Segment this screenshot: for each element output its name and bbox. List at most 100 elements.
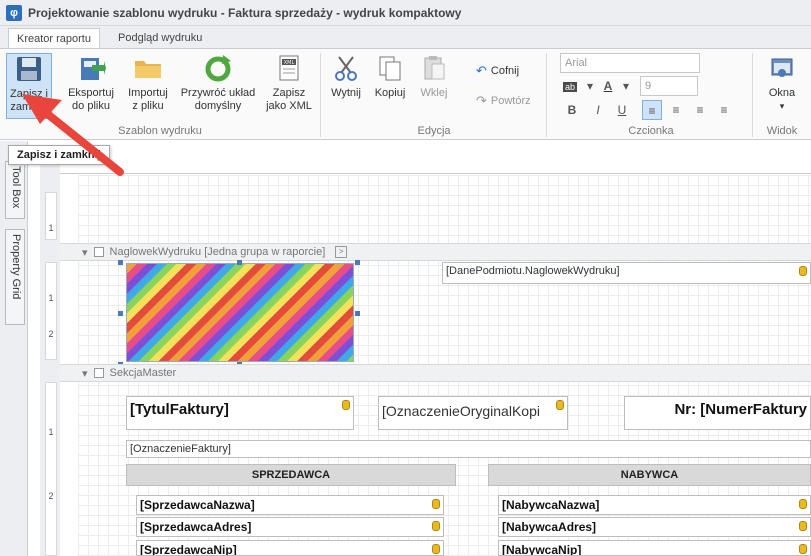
nabywca-adres-field[interactable]: [NabywcaAdres] — [498, 517, 811, 537]
property-grid-tab[interactable]: Property Grid — [5, 229, 25, 325]
font-color-icon[interactable]: A — [598, 76, 618, 96]
save-xml-button[interactable]: XML Zapisz jako XML — [262, 53, 316, 113]
field-text: [SprzedawcaNazwa] — [140, 498, 255, 512]
save-label-2: zamknij — [10, 101, 48, 113]
ruler-segment: 1 2 — [45, 262, 57, 360]
dane-podmiotu-field[interactable]: [DanePodmiotu.NaglowekWydruku] — [442, 262, 811, 284]
copy-label: Kopiuj — [374, 87, 406, 99]
tytul-faktury-field[interactable]: [TytulFaktury] — [126, 396, 354, 430]
band-label: NaglowekWydruku [Jedna grupa w raporcie] — [109, 246, 326, 258]
chevron-down-icon[interactable]: ▾ — [616, 76, 636, 96]
band-icon — [93, 368, 104, 378]
align-justify-icon[interactable]: ≡ — [714, 100, 734, 120]
database-icon — [799, 266, 807, 276]
ruler-segment: 1 — [45, 192, 57, 240]
vertical-ruler: 1 1 2 1 2 — [40, 160, 60, 556]
chevron-down-icon[interactable]: ▾ — [580, 76, 600, 96]
ruler-segment: 1 2 — [45, 382, 57, 556]
nabywca-header[interactable]: NABYWCA — [488, 464, 811, 486]
import-label-1: Importuj — [128, 87, 168, 99]
logo-image[interactable] — [126, 263, 354, 362]
align-right-icon[interactable]: ≡ — [690, 100, 710, 120]
field-text: [OznaczenieFaktury] — [130, 443, 231, 455]
italic-icon[interactable]: I — [588, 100, 608, 120]
window-title: Projektowanie szablonu wydruku - Faktura… — [28, 5, 462, 20]
sprzedawca-nip-field[interactable]: [SprzedawcaNip] — [136, 540, 444, 556]
cut-label: Wytnij — [331, 87, 361, 99]
restore-default-button[interactable]: Przywróć układ domyślny — [178, 53, 258, 113]
field-text: [SprzedawcaNip] — [140, 543, 237, 556]
paste-label: Wklej — [420, 87, 448, 99]
refresh-icon — [203, 53, 233, 83]
numer-faktury-field[interactable]: Nr: [NumerFaktury — [624, 396, 811, 430]
highlight-color-icon[interactable]: ab — [560, 76, 580, 96]
selection-handle[interactable] — [237, 260, 242, 265]
field-text: [NabywcaNazwa] — [502, 498, 600, 512]
selection-handle[interactable] — [355, 311, 360, 316]
field-text: [OznaczenieOryginalKopi — [382, 403, 540, 419]
save-close-button[interactable]: Zapisz i zamknij — [6, 53, 52, 119]
savexml-label-2: jako XML — [266, 100, 312, 112]
database-icon — [799, 521, 807, 531]
band-naglowek-wydruku[interactable]: ▾ NaglowekWydruku [Jedna grupa w raporci… — [60, 243, 811, 261]
ruler-label: 1 — [48, 223, 54, 233]
database-icon — [432, 521, 440, 531]
export-icon — [76, 53, 106, 83]
export-label-2: do pliku — [72, 100, 110, 112]
import-button[interactable]: Importuj z pliku — [122, 53, 174, 113]
windows-button[interactable]: Okna ▾ — [760, 53, 804, 113]
redo-button[interactable]: ↷ Powtórz — [476, 93, 531, 109]
undo-icon: ↶ — [476, 63, 487, 78]
group-label-edit: Edycja — [417, 125, 451, 137]
folder-icon — [133, 53, 163, 83]
svg-text:XML: XML — [284, 60, 295, 66]
selection-handle[interactable] — [355, 260, 360, 265]
ruler-label: 2 — [48, 491, 54, 501]
toolbox-tab[interactable]: Tool Box — [5, 161, 25, 219]
bold-icon[interactable]: B — [562, 100, 582, 120]
nabywca-nip-field[interactable]: [NabywcaNip] — [498, 540, 811, 556]
collapse-icon[interactable]: ▾ — [82, 246, 88, 259]
font-size-combo[interactable]: 9 — [640, 76, 698, 96]
copy-icon — [375, 53, 405, 83]
windows-label: Okna — [768, 87, 796, 99]
align-center-icon[interactable]: ≡ — [666, 100, 686, 120]
ruler-label: 2 — [48, 329, 54, 339]
field-text: Nr: [NumerFaktury — [674, 401, 807, 418]
copy-button[interactable]: Kopiuj — [370, 53, 410, 100]
left-dock: Tool Box Property Grid — [0, 141, 28, 556]
selection-handle[interactable] — [118, 260, 123, 265]
savexml-label-1: Zapisz — [272, 87, 306, 99]
field-text: [SprzedawcaAdres] — [140, 520, 252, 534]
nabywca-nazwa-field[interactable]: [NabywcaNazwa] — [498, 495, 811, 515]
database-icon — [432, 499, 440, 509]
restore-label-2: domyślny — [194, 100, 242, 112]
sprzedawca-adres-field[interactable]: [SprzedawcaAdres] — [136, 517, 444, 537]
undo-label: Cofnij — [490, 65, 520, 77]
undo-button[interactable]: ↶ Cofnij — [476, 63, 519, 79]
horizontal-ruler — [60, 160, 811, 174]
align-left-icon[interactable]: ≡ — [642, 100, 662, 120]
database-icon — [342, 400, 350, 410]
selection-handle[interactable] — [118, 311, 123, 316]
tab-podglad-wydruku[interactable]: Podgląd wydruku — [110, 28, 210, 49]
separator — [320, 53, 321, 137]
oznaczenie-faktury-field[interactable]: [OznaczenieFaktury] — [126, 440, 811, 458]
paste-button[interactable]: Wklej — [414, 53, 454, 100]
cut-button[interactable]: Wytnij — [326, 53, 366, 100]
font-name-combo[interactable]: Arial — [560, 53, 700, 73]
sprzedawca-nazwa-field[interactable]: [SprzedawcaNazwa] — [136, 495, 444, 515]
tab-kreator-raportu[interactable]: Kreator raportu — [8, 28, 100, 49]
band-label: SekcjaMaster — [109, 367, 177, 379]
band-sekcja-master[interactable]: ▾ SekcjaMaster — [60, 364, 811, 382]
sprzedawca-header[interactable]: SPRZEDAWCA — [126, 464, 456, 486]
expand-button-icon[interactable]: > — [335, 246, 348, 258]
oznaczenie-oryginal-field[interactable]: [OznaczenieOryginalKopi — [378, 396, 568, 430]
group-label-template: Szablon wydruku — [118, 125, 202, 137]
underline-icon[interactable]: U — [612, 100, 632, 120]
collapse-icon[interactable]: ▾ — [82, 367, 88, 380]
export-button[interactable]: Eksportuj do pliku — [64, 53, 118, 113]
group-label-font: Czcionka — [628, 125, 674, 137]
ribbon: Zapisz i zamknij Eksportuj do pliku Impo… — [0, 48, 811, 140]
ruler-label: 1 — [48, 427, 54, 437]
